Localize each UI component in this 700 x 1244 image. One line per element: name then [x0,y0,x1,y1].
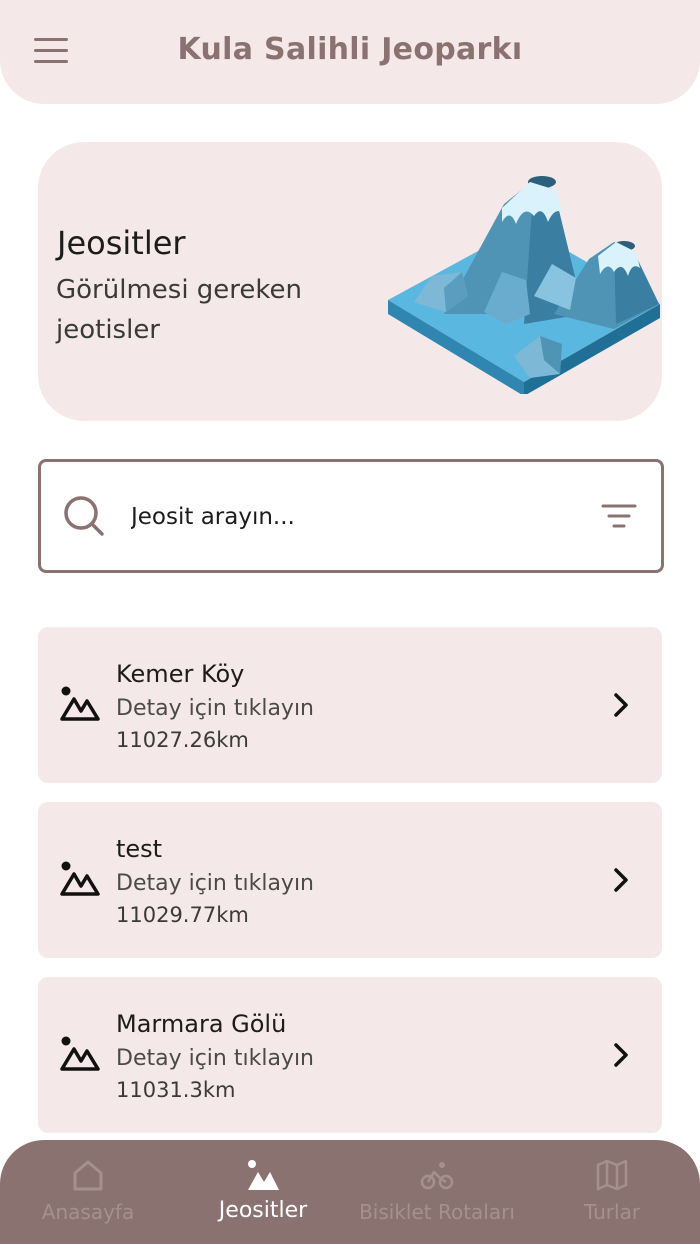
item-distance: 11031.3km [116,1078,236,1102]
geosite-icon [60,686,100,721]
volcano-illustration [388,176,660,394]
hero-subtitle: Görülmesi gereken jeotisler [56,275,303,345]
app-title: Kula Salihli Jeoparkı [177,32,523,67]
nav-label: Anasayfa [41,1200,135,1224]
chevron-right-icon [614,868,628,892]
home-icon [73,1160,103,1191]
geosite-icon [60,861,100,896]
bicycle-icon [420,1162,454,1190]
chevron-right-icon [614,1043,628,1067]
item-name: Marmara Gölü [116,1010,287,1038]
filter-icon[interactable] [601,503,637,529]
list-item[interactable]: Kemer Köy Detay için tıklayın 11027.26km [38,627,662,783]
geosite-icon [248,1160,279,1190]
hero-card: Jeositler Görülmesi gereken jeotisler [38,142,662,421]
chevron-right-icon [614,693,628,717]
item-detail: Detay için tıklayın [116,696,314,721]
item-detail: Detay için tıklayın [116,871,314,896]
nav-item-anasayfa[interactable]: Anasayfa [18,1140,158,1244]
nav-item-bisiklet-rotalari[interactable]: Bisiklet Rotaları [355,1140,519,1244]
list-item[interactable]: test Detay için tıklayın 11029.77km [38,802,662,958]
nav-item-turlar[interactable]: Turlar [560,1140,664,1244]
search-icon[interactable] [63,495,105,537]
bottom-nav: Anasayfa Jeositler Bisiklet Rotaları Tur… [0,1140,700,1244]
nav-label: Jeositler [218,1198,308,1223]
item-distance: 11029.77km [116,903,249,927]
search-input[interactable] [129,496,573,538]
search-bar [38,459,664,573]
item-name: test [116,835,163,863]
hero-title: Jeositler [57,224,186,262]
item-distance: 11027.26km [116,728,249,752]
app-header: Kula Salihli Jeoparkı [0,0,700,104]
item-detail: Detay için tıklayın [116,1046,314,1071]
geosite-icon [60,1036,100,1071]
item-name: Kemer Köy [116,660,245,688]
nav-label: Bisiklet Rotaları [359,1200,515,1224]
list-item[interactable]: Marmara Gölü Detay için tıklayın 11031.3… [38,977,662,1133]
map-icon [596,1159,628,1191]
nav-label: Turlar [583,1200,641,1224]
nav-item-jeositler[interactable]: Jeositler [193,1140,333,1244]
